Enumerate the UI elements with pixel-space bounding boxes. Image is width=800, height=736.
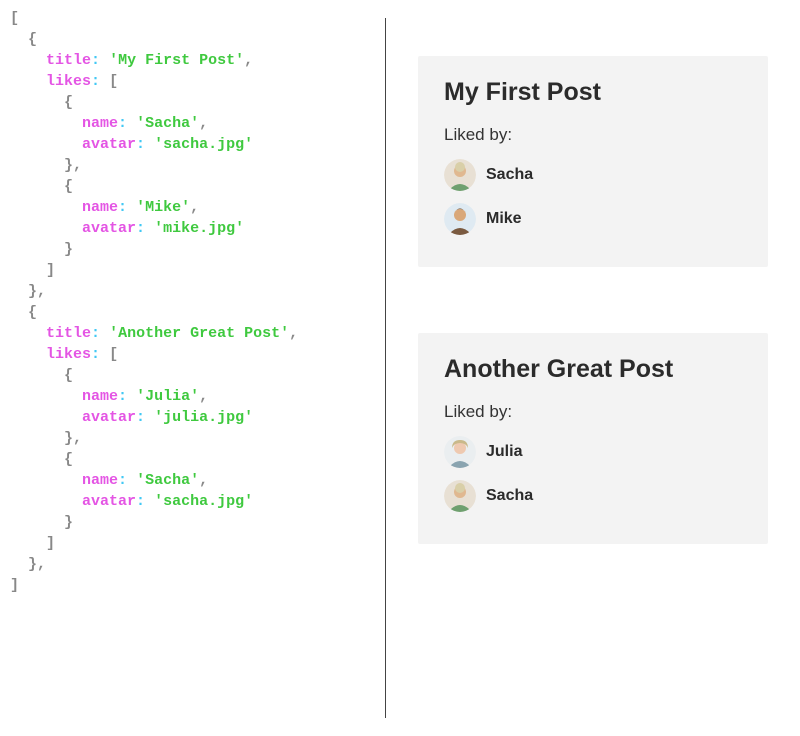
code-key: likes bbox=[46, 73, 91, 90]
avatar bbox=[444, 436, 476, 468]
code-key: name bbox=[82, 199, 118, 216]
code-key: avatar bbox=[82, 409, 136, 426]
post-title: My First Post bbox=[444, 78, 742, 107]
code-key: title bbox=[46, 52, 91, 69]
liker-row: Sacha bbox=[444, 159, 742, 191]
liker-name: Sacha bbox=[486, 487, 533, 505]
liker-name: Mike bbox=[486, 210, 522, 228]
avatar bbox=[444, 203, 476, 235]
code-key: avatar bbox=[82, 493, 136, 510]
liker-row: Mike bbox=[444, 203, 742, 235]
liker-name: Julia bbox=[486, 443, 522, 461]
liker-row: Sacha bbox=[444, 480, 742, 512]
code-string: 'Another Great Post' bbox=[109, 325, 289, 342]
code-string: 'mike.jpg' bbox=[154, 220, 244, 237]
avatar bbox=[444, 480, 476, 512]
code-string: 'Sacha' bbox=[136, 115, 199, 132]
code-string: 'Sacha' bbox=[136, 472, 199, 489]
code-string: 'julia.jpg' bbox=[154, 409, 253, 426]
code-key: name bbox=[82, 388, 118, 405]
preview-pane: My First Post Liked by: Sacha bbox=[386, 0, 800, 736]
code-pane: [ { title: 'My First Post', likes: [ { n… bbox=[0, 0, 385, 736]
code-key: avatar bbox=[82, 136, 136, 153]
code-string: 'Julia' bbox=[136, 388, 199, 405]
code-string: 'Mike' bbox=[136, 199, 190, 216]
avatar bbox=[444, 159, 476, 191]
code-key: title bbox=[46, 325, 91, 342]
liked-by-label: Liked by: bbox=[444, 402, 742, 422]
liker-name: Sacha bbox=[486, 166, 533, 184]
post-card: Another Great Post Liked by: Julia bbox=[418, 333, 768, 544]
code-key: avatar bbox=[82, 220, 136, 237]
code-key: name bbox=[82, 472, 118, 489]
code-key: name bbox=[82, 115, 118, 132]
code-key: likes bbox=[46, 346, 91, 363]
post-card: My First Post Liked by: Sacha bbox=[418, 56, 768, 267]
liker-row: Julia bbox=[444, 436, 742, 468]
code-string: 'sacha.jpg' bbox=[154, 493, 253, 510]
code-string: 'sacha.jpg' bbox=[154, 136, 253, 153]
post-title: Another Great Post bbox=[444, 355, 742, 384]
code-block: [ { title: 'My First Post', likes: [ { n… bbox=[10, 8, 381, 596]
liked-by-label: Liked by: bbox=[444, 125, 742, 145]
code-string: 'My First Post' bbox=[109, 52, 244, 69]
